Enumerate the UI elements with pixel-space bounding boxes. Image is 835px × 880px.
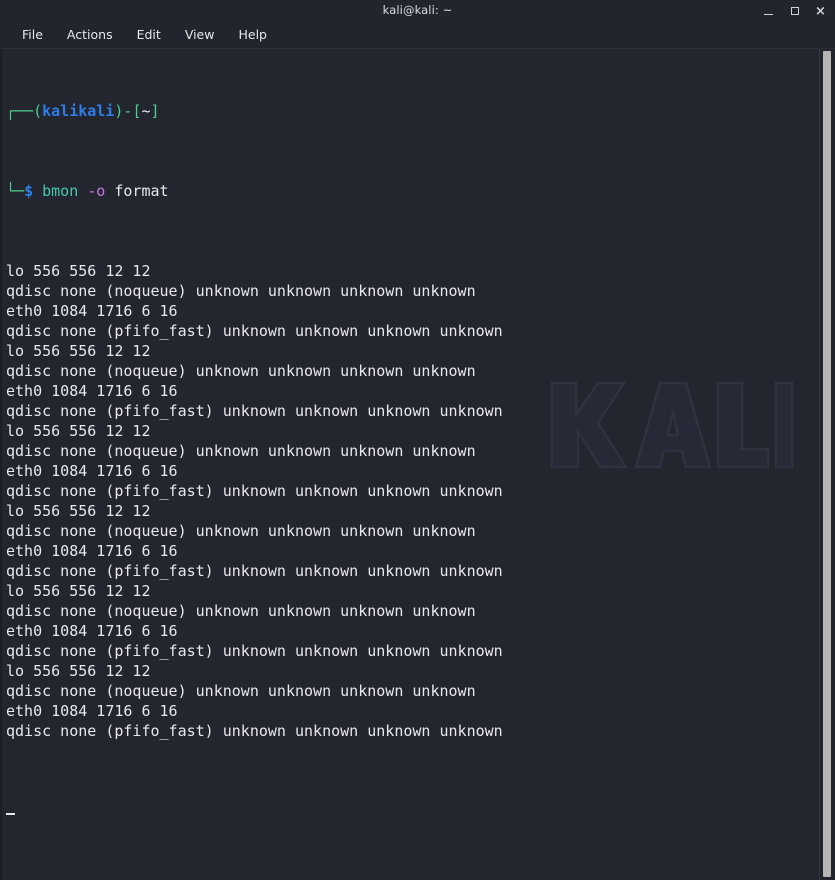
- output-line: qdisc none (noqueue) unknown unknown unk…: [6, 521, 818, 541]
- command-argument: format: [114, 182, 168, 200]
- output-line: qdisc none (pfifo_fast) unknown unknown …: [6, 641, 818, 661]
- output-line: lo 556 556 12 12: [6, 581, 818, 601]
- prompt-path: ~: [141, 102, 150, 120]
- menu-item-help[interactable]: Help: [226, 25, 279, 45]
- prompt-host: kali: [78, 102, 114, 120]
- output-line: qdisc none (pfifo_fast) unknown unknown …: [6, 721, 818, 741]
- output-line: qdisc none (noqueue) unknown unknown unk…: [6, 361, 818, 381]
- output-line: eth0 1084 1716 6 16: [6, 301, 818, 321]
- window-title: kali@kali: ~: [0, 3, 835, 17]
- close-button[interactable]: ×: [814, 3, 827, 19]
- menu-item-actions[interactable]: Actions: [55, 25, 125, 45]
- output-line: lo 556 556 12 12: [6, 661, 818, 681]
- terminal-output[interactable]: ┌──(kali㈟kali)-[~] └─$ bmon -o format lo…: [0, 49, 818, 880]
- command-name: bmon: [42, 182, 78, 200]
- text-cursor: [6, 813, 15, 815]
- terminal-window: kali@kali: ~ × File Actions Edit View He…: [0, 0, 835, 880]
- prompt-line-2: └─$ bmon -o format: [6, 181, 818, 201]
- prompt-space-1: [33, 182, 42, 200]
- menu-item-file[interactable]: File: [10, 25, 55, 45]
- output-line: qdisc none (pfifo_fast) unknown unknown …: [6, 481, 818, 501]
- output-line: eth0 1084 1716 6 16: [6, 701, 818, 721]
- output-line: lo 556 556 12 12: [6, 421, 818, 441]
- minimize-button[interactable]: [762, 3, 775, 19]
- cursor-line: [6, 801, 818, 821]
- prompt-line-1: ┌──(kali㈟kali)-[~]: [6, 101, 818, 121]
- output-line: eth0 1084 1716 6 16: [6, 621, 818, 641]
- output-line: eth0 1084 1716 6 16: [6, 461, 818, 481]
- output-line: lo 556 556 12 12: [6, 261, 818, 281]
- scrollbar-thumb[interactable]: [823, 51, 831, 877]
- terminal-scrollbar[interactable]: [818, 49, 835, 880]
- output-line: lo 556 556 12 12: [6, 341, 818, 361]
- menu-item-view[interactable]: View: [173, 25, 227, 45]
- command-option: -o: [87, 182, 105, 200]
- menu-item-edit[interactable]: Edit: [125, 25, 173, 45]
- prompt-decor-bottom: └─: [6, 182, 24, 200]
- scrollbar-separator: [819, 49, 820, 880]
- output-line: qdisc none (pfifo_fast) unknown unknown …: [6, 401, 818, 421]
- menu-bar: File Actions Edit View Help: [0, 22, 835, 48]
- output-line: qdisc none (noqueue) unknown unknown unk…: [6, 281, 818, 301]
- output-line: qdisc none (noqueue) unknown unknown unk…: [6, 441, 818, 461]
- output-line: eth0 1084 1716 6 16: [6, 381, 818, 401]
- output-line: lo 556 556 12 12: [6, 501, 818, 521]
- title-bar: kali@kali: ~ ×: [0, 0, 835, 22]
- output-line: qdisc none (pfifo_fast) unknown unknown …: [6, 561, 818, 581]
- prompt-decor-top: ┌──: [6, 102, 33, 120]
- prompt-bracket-close: ]: [151, 102, 160, 120]
- command-output-block: lo 556 556 12 12 qdisc none (noqueue) unk…: [6, 261, 818, 741]
- prompt-space-2: [78, 182, 87, 200]
- output-line: qdisc none (pfifo_fast) unknown unknown …: [6, 321, 818, 341]
- prompt-paren-open: (: [33, 102, 42, 120]
- output-line: qdisc none (noqueue) unknown unknown unk…: [6, 601, 818, 621]
- maximize-button[interactable]: [788, 3, 801, 19]
- prompt-dollar-sign: $: [24, 182, 33, 200]
- window-controls: ×: [762, 0, 827, 22]
- terminal-area[interactable]: ┌──(kali㈟kali)-[~] └─$ bmon -o format lo…: [0, 48, 835, 880]
- prompt-user: kali: [42, 102, 78, 120]
- output-line: qdisc none (noqueue) unknown unknown unk…: [6, 681, 818, 701]
- output-line: eth0 1084 1716 6 16: [6, 541, 818, 561]
